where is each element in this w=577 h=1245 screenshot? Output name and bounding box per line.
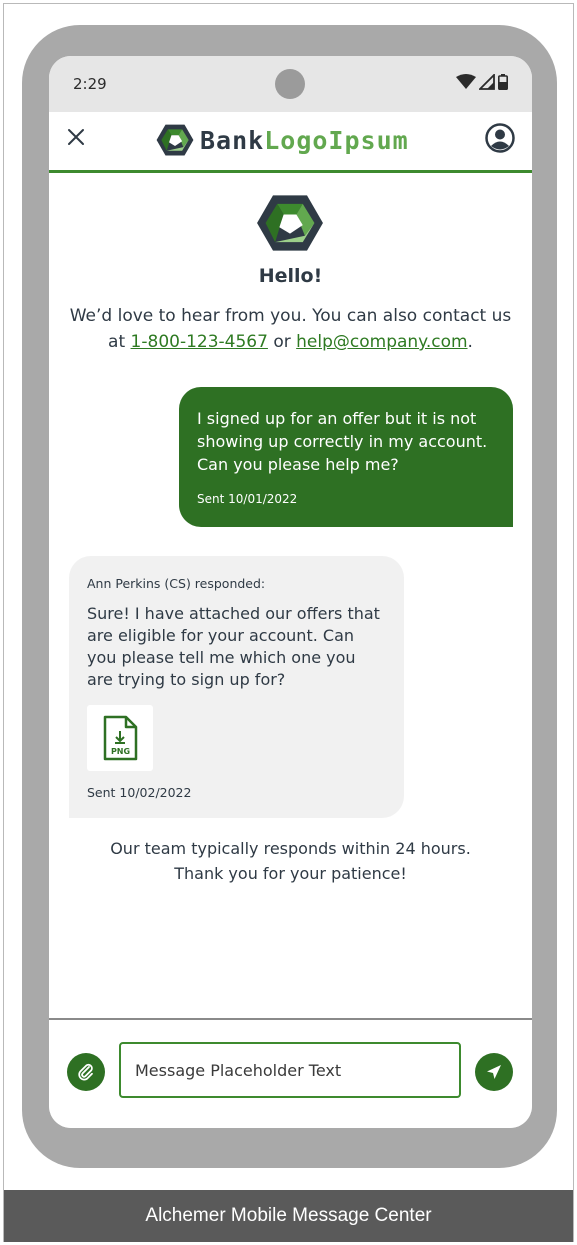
send-icon — [487, 1065, 501, 1079]
email-link[interactable]: help@company.com — [296, 332, 467, 352]
intro-or-text: or — [273, 332, 291, 352]
bank-logo-large-icon — [257, 195, 323, 251]
greeting-title: Hello! — [258, 265, 323, 287]
intro-suffix: . — [467, 332, 473, 352]
bank-logo-icon — [156, 124, 194, 156]
brand-name: BankLogoIpsum — [200, 126, 409, 155]
send-button[interactable] — [475, 1053, 513, 1091]
profile-icon — [485, 123, 515, 153]
caption-text: Alchemer Mobile Message Center — [145, 1205, 432, 1226]
app-header: BankLogoIpsum — [49, 112, 532, 173]
png-attachment[interactable]: PNG — [87, 705, 153, 771]
phone-link[interactable]: 1-800-123-4567 — [131, 332, 268, 352]
camera-cutout — [275, 69, 305, 99]
attachment-type-label: PNG — [111, 747, 130, 756]
hero-logo — [256, 193, 324, 257]
greeting-intro: We’d love to hear from you. You can also… — [67, 303, 514, 355]
close-icon — [68, 129, 84, 145]
battery-icon — [498, 74, 508, 90]
response-time-line: Our team typically responds within 24 ho… — [110, 839, 471, 858]
status-time: 2:29 — [73, 75, 107, 93]
message-text: Sure! I have attached our offers that ar… — [87, 604, 380, 689]
brand-name-part2: LogoIpsum — [264, 125, 409, 155]
paperclip-icon — [78, 1063, 93, 1081]
caption-bar: Alchemer Mobile Message Center — [4, 1190, 573, 1242]
incoming-message: Ann Perkins (CS) responded: Sure! I have… — [69, 556, 404, 818]
outgoing-message: I signed up for an offer but it is not s… — [179, 387, 513, 527]
brand-logo: BankLogoIpsum — [156, 123, 409, 157]
message-timestamp: Sent 10/02/2022 — [87, 785, 192, 800]
cell-signal-icon — [479, 74, 495, 90]
thank-you-line: Thank you for your patience! — [174, 864, 407, 883]
message-author: Ann Perkins (CS) responded: — [87, 576, 266, 591]
response-time-note: Our team typically responds within 24 ho… — [49, 836, 532, 886]
wifi-icon — [456, 74, 476, 89]
message-timestamp: Sent 10/01/2022 — [197, 492, 298, 506]
message-text: I signed up for an offer but it is not s… — [197, 409, 488, 474]
png-file-icon: PNG — [103, 715, 138, 761]
status-bar: 2:29 — [49, 56, 532, 112]
phone-screen: 2:29 BankLogoIpsum Hello! We’d love to h… — [49, 56, 532, 1128]
status-icons — [456, 74, 508, 90]
close-button[interactable] — [63, 124, 89, 150]
profile-button[interactable] — [484, 122, 516, 154]
message-input[interactable] — [119, 1042, 461, 1098]
brand-name-part1: Bank — [200, 125, 265, 155]
attach-button[interactable] — [67, 1053, 105, 1091]
message-composer — [49, 1018, 532, 1128]
